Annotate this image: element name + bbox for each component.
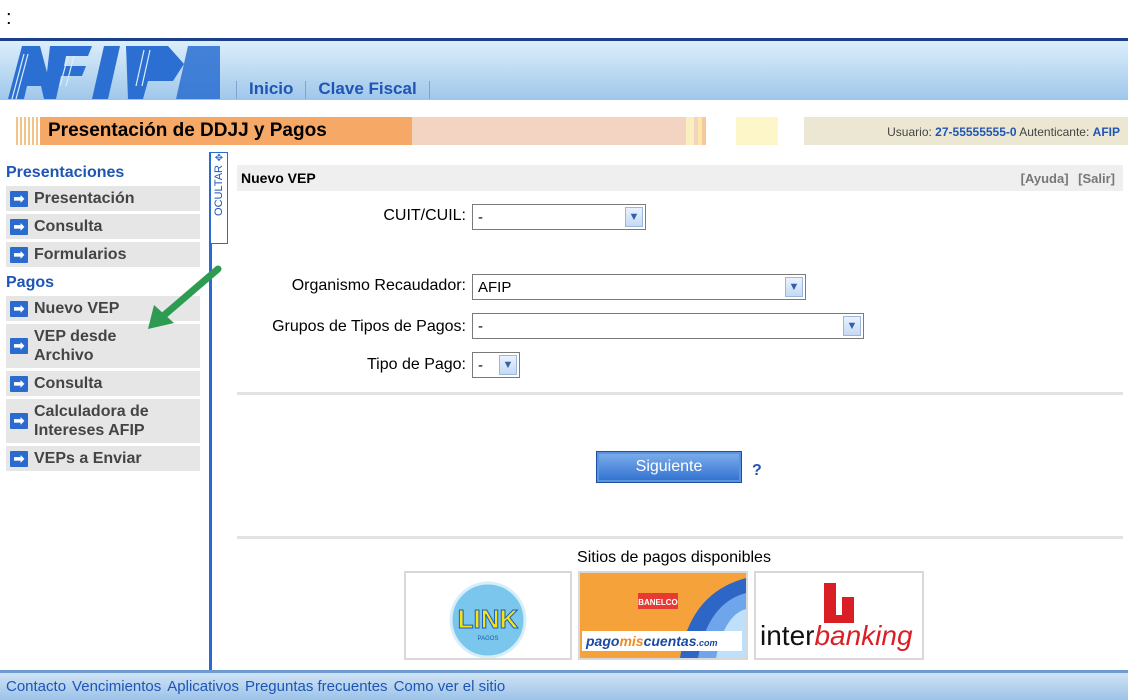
- title-bar: Presentación de DDJJ y Pagos Usuario: 27…: [0, 115, 1128, 147]
- grupos-select-value: -: [478, 317, 483, 335]
- arrow-right-icon: ➡: [10, 450, 28, 467]
- content-title: Nuevo VEP: [241, 170, 316, 186]
- pagomiscuentas-logo[interactable]: BANELCO pagomiscuentas.com: [578, 571, 748, 660]
- user-info: Usuario: 27-55555555-0 Autenticante: AFI…: [887, 125, 1120, 139]
- help-link[interactable]: [Ayuda]: [1021, 171, 1069, 186]
- sidebar-item-label: VEPs a Enviar: [34, 450, 142, 467]
- tipo-pago-select[interactable]: - ▼: [472, 352, 520, 378]
- payment-sites-title: Sitios de pagos disponibles: [577, 549, 771, 566]
- sidebar-item-veps-a-enviar[interactable]: ➡ VEPs a Enviar: [6, 446, 200, 471]
- top-header: Inicio Clave Fiscal: [0, 38, 1128, 100]
- organismo-select[interactable]: AFIP ▼: [472, 274, 806, 300]
- organismo-select-value: AFIP: [478, 278, 512, 296]
- divider: [237, 392, 1123, 395]
- banelco-text: BANELCO: [638, 598, 678, 607]
- cuit-select[interactable]: - ▼: [472, 204, 646, 230]
- siguiente-button[interactable]: Siguiente: [596, 451, 742, 483]
- chevron-down-icon: ▼: [499, 355, 517, 375]
- sidebar-item-label: Calculadora de Intereses AFIP: [34, 403, 149, 439]
- pmc-text-c: cuentas: [644, 633, 697, 649]
- organismo-label: Organismo Recaudador:: [291, 277, 466, 294]
- footer-link-preguntas-frecuentes[interactable]: Preguntas frecuentes: [245, 678, 388, 695]
- tipo-pago-select-value: -: [478, 356, 483, 374]
- nav-separator: [236, 81, 237, 99]
- afip-logo[interactable]: [8, 46, 220, 99]
- grupos-select[interactable]: - ▼: [472, 313, 864, 339]
- link-logo-text: LINK: [458, 604, 519, 634]
- arrow-right-icon: ➡: [10, 190, 28, 207]
- chevron-down-icon: ▼: [625, 207, 643, 227]
- page-title: Presentación de DDJJ y Pagos: [48, 120, 327, 141]
- grupos-label: Grupos de Tipos de Pagos:: [272, 318, 466, 335]
- user-value: 27-55555555-0: [935, 125, 1017, 139]
- sidebar-item-presentacion[interactable]: ➡ Presentación: [6, 186, 200, 211]
- collapse-arrow-icon: ✥: [214, 153, 224, 164]
- sidebar-item-label: Consulta: [34, 218, 103, 235]
- link-logo-subtext: PAGOS: [478, 636, 499, 642]
- arrow-right-icon: ➡: [10, 413, 28, 429]
- sidebar-item-calculadora-intereses[interactable]: ➡ Calculadora de Intereses AFIP: [6, 399, 200, 443]
- pmc-text-b: mis: [619, 633, 643, 649]
- pmc-text-d: .com: [697, 638, 718, 648]
- sidebar-item-label: Nuevo VEP: [34, 300, 120, 317]
- auth-label: Autenticante:: [1019, 125, 1090, 139]
- pmc-text-a: pago: [585, 633, 620, 649]
- nav-clave-fiscal-link[interactable]: Clave Fiscal: [314, 79, 420, 99]
- content-header: Nuevo VEP [Ayuda] [Salir]: [237, 165, 1123, 191]
- sidebar: Presentaciones ➡ Presentación ➡ Consulta…: [0, 160, 202, 670]
- hide-sidebar-label: OCULTAR: [213, 165, 225, 216]
- arrow-right-icon: ➡: [10, 218, 28, 235]
- sidebar-item-label: Consulta: [34, 375, 103, 392]
- sidebar-section-presentaciones: Presentaciones: [6, 164, 125, 181]
- sidebar-item-label: Formularios: [34, 246, 127, 263]
- sidebar-item-consulta-presentaciones[interactable]: ➡ Consulta: [6, 214, 200, 239]
- cuit-select-value: -: [478, 208, 483, 226]
- nav-separator: [305, 81, 307, 99]
- auth-value: AFIP: [1092, 125, 1120, 139]
- arrow-right-icon: ➡: [10, 338, 28, 354]
- exit-link[interactable]: [Salir]: [1078, 171, 1115, 186]
- nav-separator: [428, 81, 430, 99]
- sidebar-item-label: VEP desde Archivo: [34, 328, 117, 364]
- sidebar-item-label: Presentación: [34, 190, 135, 207]
- tipo-pago-label: Tipo de Pago:: [366, 356, 466, 373]
- footer-link-contacto[interactable]: Contacto: [6, 678, 66, 695]
- link-pagos-logo[interactable]: LINK PAGOS: [404, 571, 572, 660]
- footer: Contacto Vencimientos Aplicativos Pregun…: [0, 670, 1128, 700]
- footer-link-aplicativos[interactable]: Aplicativos: [167, 678, 239, 695]
- divider: [237, 536, 1123, 539]
- top-nav: Inicio Clave Fiscal: [228, 75, 438, 99]
- sidebar-item-formularios[interactable]: ➡ Formularios: [6, 242, 200, 267]
- footer-link-como-ver-el-sitio[interactable]: Como ver el sitio: [394, 678, 506, 695]
- sidebar-item-consulta-pagos[interactable]: ➡ Consulta: [6, 371, 200, 396]
- interbanking-logo[interactable]: interbanking: [754, 571, 924, 660]
- hide-sidebar-toggle[interactable]: ✥ OCULTAR: [210, 152, 228, 244]
- arrow-right-icon: ➡: [10, 300, 28, 317]
- svg-text:interbanking: interbanking: [760, 620, 913, 651]
- interbanking-text-b: banking: [814, 620, 913, 651]
- nav-inicio-link[interactable]: Inicio: [245, 79, 297, 99]
- arrow-right-icon: ➡: [10, 246, 28, 263]
- interbanking-text-a: inter: [760, 620, 814, 651]
- footer-link-vencimientos[interactable]: Vencimientos: [72, 678, 161, 695]
- stray-colon: :: [6, 7, 12, 29]
- chevron-down-icon: ▼: [785, 277, 803, 297]
- user-label: Usuario:: [887, 125, 932, 139]
- help-question-icon[interactable]: ?: [752, 462, 762, 480]
- chevron-down-icon: ▼: [843, 316, 861, 336]
- cuit-label: CUIT/CUIL:: [383, 207, 466, 224]
- arrow-right-icon: ➡: [10, 375, 28, 392]
